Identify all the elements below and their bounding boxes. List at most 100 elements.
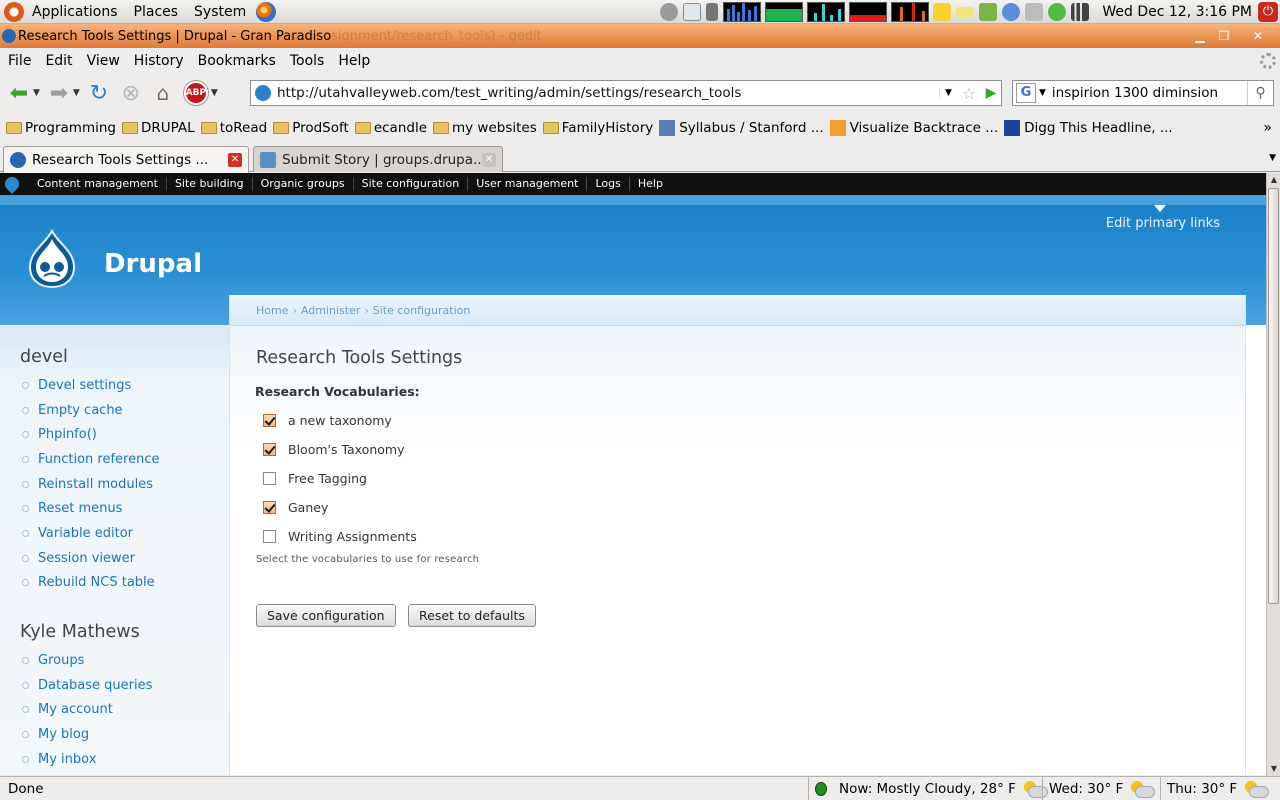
admin-menu-help[interactable]: Help: [630, 177, 671, 191]
bookmarks-overflow-icon[interactable]: »: [1263, 120, 1272, 136]
sidebar-item-my-inbox[interactable]: My inbox: [22, 747, 152, 772]
forward-arrow-icon[interactable]: ➡: [46, 80, 72, 106]
places-menu[interactable]: Places: [126, 0, 187, 24]
back-history-dropdown-icon[interactable]: ▼: [33, 88, 40, 98]
site-name[interactable]: Drupal: [104, 249, 202, 279]
forward-history-dropdown-icon[interactable]: ▼: [73, 88, 80, 98]
weather-thu[interactable]: Thu: 30° F: [1160, 777, 1280, 800]
admin-menu-site-building[interactable]: Site building: [167, 177, 253, 191]
applications-menu[interactable]: Applications: [0, 0, 126, 24]
google-engine-icon[interactable]: G: [1016, 83, 1036, 103]
sidebar-item-empty-cache[interactable]: Empty cache: [22, 398, 160, 423]
checkbox[interactable]: [263, 443, 276, 456]
memory-monitor-icon[interactable]: [765, 2, 804, 22]
url-text[interactable]: http://utahvalleyweb.com/test_writing/ad…: [277, 85, 939, 101]
sidebar-item-function-reference[interactable]: Function reference: [22, 447, 160, 472]
maximize-icon[interactable]: ❐: [1216, 28, 1232, 44]
close-tab-icon[interactable]: ✕: [228, 153, 242, 167]
admin-menu-content-management[interactable]: Content management: [29, 177, 167, 191]
home-icon[interactable]: ⌂: [150, 80, 176, 106]
system-menu[interactable]: System: [186, 0, 254, 24]
vocab-option-a-new-taxonomy[interactable]: a new taxonomy: [263, 413, 392, 428]
panel-clock[interactable]: Wed Dec 12, 3:16 PM: [1102, 4, 1252, 20]
sidebar-item-rebuild-ncs-table[interactable]: Rebuild NCS table: [22, 571, 160, 596]
menu-help[interactable]: Help: [331, 53, 377, 69]
vocab-option-writing-assignments[interactable]: Writing Assignments: [263, 529, 417, 544]
reset-to-defaults-button[interactable]: Reset to defaults: [408, 604, 536, 627]
cpu-monitor-icon[interactable]: [723, 2, 762, 22]
page-scrollbar[interactable]: ▲ ▼: [1266, 173, 1280, 776]
update-icon[interactable]: [1002, 3, 1021, 21]
minimize-icon[interactable]: ▁: [1192, 28, 1208, 44]
sidebar-item-phpinfo[interactable]: Phpinfo(): [22, 422, 160, 447]
firefox-launcher-icon[interactable]: [256, 1, 277, 22]
network-monitor-icon[interactable]: [807, 2, 846, 22]
bookmark-familyhistory[interactable]: FamilyHistory: [542, 120, 653, 136]
bookmark-digg-this-headline[interactable]: Digg This Headline, ...: [1004, 120, 1173, 136]
close-window-icon[interactable]: ✕: [1250, 28, 1266, 44]
sticky-notes-icon[interactable]: [956, 7, 975, 17]
printer-icon[interactable]: [1025, 3, 1044, 21]
weather-wed[interactable]: Wed: 30° F: [1042, 777, 1160, 800]
scroll-down-icon[interactable]: ▼: [1267, 762, 1280, 776]
checkbox[interactable]: [263, 472, 276, 485]
menu-file[interactable]: File: [0, 53, 38, 69]
url-bar[interactable]: http://utahvalleyweb.com/test_writing/ad…: [250, 80, 1002, 106]
admin-menu-organic-groups[interactable]: Organic groups: [253, 177, 354, 191]
window-titlebar[interactable]: Research Tools Settings | Drupal - Gran …: [0, 24, 1280, 48]
vocab-option-free-tagging[interactable]: Free Tagging: [263, 471, 367, 486]
disk-monitor-icon[interactable]: [891, 2, 930, 22]
menu-view[interactable]: View: [80, 53, 127, 69]
bookmark-prodsoft[interactable]: ProdSoft: [273, 120, 349, 136]
menu-edit[interactable]: Edit: [38, 53, 79, 69]
volume-icon[interactable]: [706, 3, 719, 21]
sidebar-item-devel-settings[interactable]: Devel settings: [22, 373, 160, 398]
clipboard-icon[interactable]: [683, 3, 702, 21]
admin-menu-user-management[interactable]: User management: [468, 177, 588, 191]
menu-history[interactable]: History: [127, 53, 191, 69]
sidebar-item-session-viewer[interactable]: Session viewer: [22, 546, 160, 571]
bookmark-drupal[interactable]: DRUPAL: [122, 120, 195, 136]
battery-icon[interactable]: [979, 3, 998, 21]
tab-list-dropdown-icon[interactable]: ▼: [1269, 153, 1276, 163]
admin-menu-site-configuration[interactable]: Site configuration: [354, 177, 469, 191]
search-engine-dropdown-icon[interactable]: ▼: [1039, 88, 1046, 98]
vocab-option-ganey[interactable]: Ganey: [263, 500, 328, 515]
stop-icon[interactable]: ⊗: [118, 80, 144, 106]
sidebar-item-variable-editor[interactable]: Variable editor: [22, 521, 160, 546]
search-icon[interactable]: ⚲: [1247, 81, 1273, 105]
notes-icon[interactable]: [933, 3, 952, 21]
sidebar-item-database-queries[interactable]: Database queries: [22, 673, 152, 698]
vocab-option-bloom-s-taxonomy[interactable]: Bloom's Taxonomy: [263, 442, 404, 457]
bookmark-syllabus-stanford[interactable]: Syllabus / Stanford ...: [659, 120, 824, 136]
scrollbar-thumb[interactable]: [1268, 188, 1279, 604]
sidebar-item-groups[interactable]: Groups: [22, 648, 152, 673]
swap-monitor-icon[interactable]: [849, 2, 888, 22]
checkbox[interactable]: [263, 414, 276, 427]
bookmark-my-websites[interactable]: my websites: [433, 120, 537, 136]
drupal-icon[interactable]: [2, 174, 22, 194]
breadcrumb-home[interactable]: Home: [256, 304, 288, 317]
search-bar[interactable]: G ▼ ⚲: [1012, 80, 1274, 106]
bookmark-toread[interactable]: toRead: [200, 120, 267, 136]
save-configuration-button[interactable]: Save configuration: [256, 604, 396, 627]
adblock-dropdown-icon[interactable]: ▼: [211, 88, 218, 98]
sidebar-item-reset-menus[interactable]: Reset menus: [22, 496, 160, 521]
network-status-icon[interactable]: [1048, 3, 1067, 21]
admin-menu-logs[interactable]: Logs: [587, 177, 630, 191]
menu-tools[interactable]: Tools: [283, 53, 332, 69]
checkbox[interactable]: [263, 530, 276, 543]
sidebar-item-my-account[interactable]: My account: [22, 697, 152, 722]
checkbox[interactable]: [263, 501, 276, 514]
power-icon[interactable]: ⏻: [1258, 2, 1278, 22]
bookmark-star-icon[interactable]: ☆: [957, 84, 981, 103]
breadcrumb-site-configuration[interactable]: Site configuration: [373, 304, 471, 317]
tab-submit-story[interactable]: Submit Story | groups.drupa... ✕: [253, 146, 503, 172]
drupal-logo-icon[interactable]: [24, 229, 80, 289]
sidebar-item-reinstall-modules[interactable]: Reinstall modules: [22, 472, 160, 497]
adblock-icon[interactable]: ABP: [183, 81, 208, 105]
screenshot-icon[interactable]: [660, 3, 679, 21]
bookmark-ecandle[interactable]: ecandle: [354, 120, 427, 136]
url-history-dropdown-icon[interactable]: ▼: [939, 88, 957, 98]
menu-bookmarks[interactable]: Bookmarks: [191, 53, 283, 69]
